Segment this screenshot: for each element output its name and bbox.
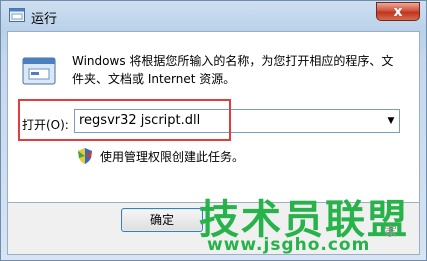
title-bar[interactable]: 运行 x [1, 1, 426, 31]
highlight-box [18, 99, 231, 141]
run-program-icon [22, 57, 56, 85]
admin-note: 使用管理权限创建此任务。 [100, 150, 245, 164]
uac-shield-icon [78, 148, 92, 164]
run-dialog: 运行 x Windows 将根据您所输入的名称，为您打开相应的程序、文件夹、文档… [0, 0, 427, 261]
dialog-body: Windows 将根据您所输入的名称，为您打开相应的程序、文件夹、文档或 Int… [7, 31, 420, 203]
ok-button[interactable]: 确定 [121, 208, 203, 232]
window-title: 运行 [31, 12, 58, 27]
dialog-description: Windows 将根据您所输入的名称，为您打开相应的程序、文件夹、文档或 Int… [72, 54, 394, 86]
run-app-icon [9, 8, 25, 22]
close-button[interactable]: x [376, 2, 420, 21]
watermark-corner: 家 [384, 225, 398, 240]
dropdown-arrow-icon[interactable]: ▼ [385, 114, 397, 128]
close-icon: x [393, 4, 403, 20]
watermark-url: www.jsgho.com [207, 235, 371, 255]
